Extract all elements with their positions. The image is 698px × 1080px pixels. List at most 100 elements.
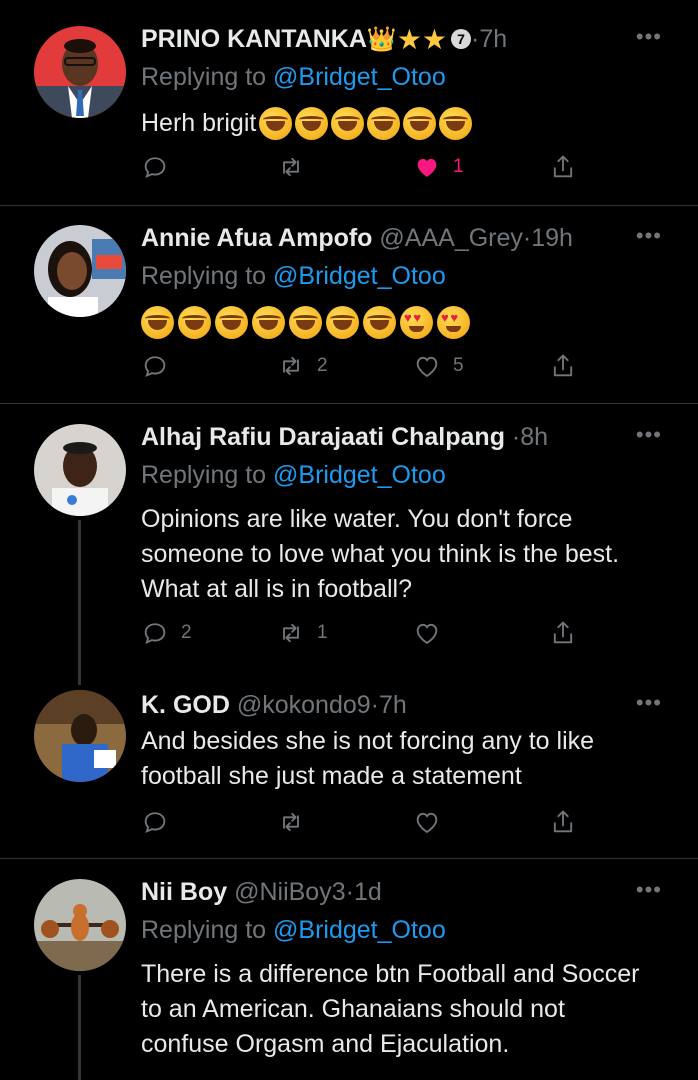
share-icon	[553, 354, 573, 377]
avatar[interactable]	[34, 879, 126, 971]
retweet-button[interactable]	[277, 150, 317, 184]
rolling-laughing-emoji	[252, 306, 285, 339]
reply-button[interactable]: 2	[141, 616, 192, 650]
rolling-laughing-emoji	[215, 306, 248, 339]
timestamp[interactable]: 7h	[379, 691, 407, 719]
reply-button[interactable]	[141, 150, 181, 184]
emoji-row	[141, 306, 470, 339]
reply-button[interactable]	[141, 805, 181, 839]
user-handle[interactable]: @kokondo9	[237, 691, 371, 719]
tweet-card[interactable]: K. GOD @kokondo9·7h ••• And besides she …	[0, 688, 698, 858]
more-options-button[interactable]: •••	[636, 221, 662, 251]
heart-eyes-emoji	[437, 306, 470, 339]
replying-to-label: Replying to	[141, 461, 267, 489]
separator-dot: ·	[370, 691, 379, 719]
share-button[interactable]	[549, 805, 577, 839]
rolling-laughing-emoji	[178, 306, 211, 339]
rolling-laughing-emoji	[259, 107, 293, 140]
number-badge: 7	[451, 29, 472, 49]
like-button[interactable]	[413, 805, 453, 839]
reply-button[interactable]	[141, 349, 181, 383]
avatar[interactable]	[34, 690, 126, 782]
tweet-card[interactable]: PRINO KANTANKA👑★★ 7·7h ••• Replying to @B…	[0, 22, 698, 207]
tweet-actions: 1	[141, 150, 581, 184]
share-button[interactable]	[549, 349, 577, 383]
tweet-header: Annie Afua Ampofo @AAA_Grey·19h	[141, 221, 634, 255]
thread-line	[78, 520, 81, 685]
replying-to: Replying to @Bridget_Otoo	[141, 913, 446, 947]
tweet-separator	[0, 205, 698, 206]
retweet-button[interactable]	[277, 805, 317, 839]
tweet-card[interactable]: Annie Afua Ampofo @AAA_Grey·19h ••• Repl…	[0, 221, 698, 401]
replying-to-label: Replying to	[141, 262, 267, 290]
mention-link[interactable]: @Bridget_Otoo	[273, 63, 446, 91]
tweet-text-content: Herh brigit	[141, 109, 257, 137]
timestamp[interactable]: 8h	[520, 423, 548, 451]
mention-link[interactable]: @Bridget_Otoo	[273, 916, 446, 944]
heart-icon	[416, 356, 438, 378]
avatar[interactable]	[34, 225, 126, 317]
heart-eyes-emoji	[400, 306, 433, 339]
like-button[interactable]	[413, 616, 453, 650]
share-button[interactable]	[549, 150, 577, 184]
star-icon: ★	[421, 24, 448, 55]
retweet-button[interactable]: 2	[277, 349, 328, 383]
reply-icon	[144, 623, 166, 644]
reply-count: 2	[181, 622, 192, 643]
share-icon	[553, 155, 573, 178]
display-name[interactable]: Annie Afua Ampofo	[141, 224, 372, 252]
tweet-text: Opinions are like water. You don't force…	[141, 505, 620, 603]
like-button[interactable]: 1	[413, 150, 464, 184]
more-options-button[interactable]: •••	[636, 22, 662, 52]
timestamp[interactable]: 1d	[354, 878, 382, 906]
rolling-laughing-emoji	[403, 107, 437, 140]
retweet-icon	[283, 812, 299, 832]
separator-dot: ·	[511, 423, 521, 451]
tweet-separator	[0, 858, 698, 859]
display-name[interactable]: Nii Boy	[141, 878, 227, 906]
timestamp[interactable]: 7h	[479, 25, 507, 53]
tweet-text: Herh brigit	[141, 106, 658, 141]
thread-line	[78, 975, 81, 1080]
mention-link[interactable]: @Bridget_Otoo	[273, 262, 446, 290]
mention-link[interactable]: @Bridget_Otoo	[273, 461, 446, 489]
tweet-header: K. GOD @kokondo9·7h	[141, 688, 634, 722]
tweet-header: PRINO KANTANKA👑★★ 7·7h	[141, 22, 634, 57]
tweet-card[interactable]: Nii Boy @NiiBoy3·1d ••• Replying to @Bri…	[0, 875, 698, 1080]
rolling-laughing-emoji	[295, 107, 329, 140]
retweet-count: 1	[317, 622, 328, 643]
user-handle[interactable]: @NiiBoy3	[234, 878, 346, 906]
display-name[interactable]: Alhaj Rafiu Darajaati Chalpang	[141, 423, 505, 451]
replying-to: Replying to @Bridget_Otoo	[141, 458, 446, 492]
display-name[interactable]: PRINO KANTANKA	[141, 25, 367, 53]
retweet-icon	[283, 623, 299, 643]
avatar[interactable]	[34, 424, 126, 516]
heart-filled-icon	[417, 158, 437, 177]
rolling-laughing-emoji	[367, 107, 401, 140]
display-name[interactable]: K. GOD	[141, 691, 230, 719]
more-options-button[interactable]: •••	[636, 688, 662, 718]
retweet-count: 2	[317, 355, 328, 376]
rolling-laughing-emoji	[331, 107, 365, 140]
reply-icon	[144, 812, 166, 833]
crown-icon: 👑	[366, 26, 397, 53]
timestamp[interactable]: 19h	[531, 224, 573, 252]
retweet-icon	[283, 157, 299, 177]
reply-feed: PRINO KANTANKA👑★★ 7·7h ••• Replying to @B…	[0, 0, 698, 1080]
replying-to: Replying to @Bridget_Otoo	[141, 259, 446, 293]
like-button[interactable]: 5	[413, 349, 464, 383]
avatar[interactable]	[34, 26, 126, 118]
tweet-card[interactable]: Alhaj Rafiu Darajaati Chalpang ·8h ••• R…	[0, 420, 698, 685]
tweet-separator	[0, 403, 698, 404]
rolling-laughing-emoji	[289, 306, 322, 339]
user-handle[interactable]: @AAA_Grey	[379, 224, 522, 252]
replying-to: Replying to @Bridget_Otoo	[141, 60, 446, 94]
more-options-button[interactable]: •••	[636, 420, 662, 450]
more-options-button[interactable]: •••	[636, 875, 662, 905]
share-icon	[553, 621, 573, 644]
tweet-actions: 2 5	[141, 349, 581, 383]
retweet-button[interactable]: 1	[277, 616, 328, 650]
share-button[interactable]	[549, 616, 577, 650]
share-icon	[553, 810, 573, 833]
rolling-laughing-emoji	[141, 306, 174, 339]
